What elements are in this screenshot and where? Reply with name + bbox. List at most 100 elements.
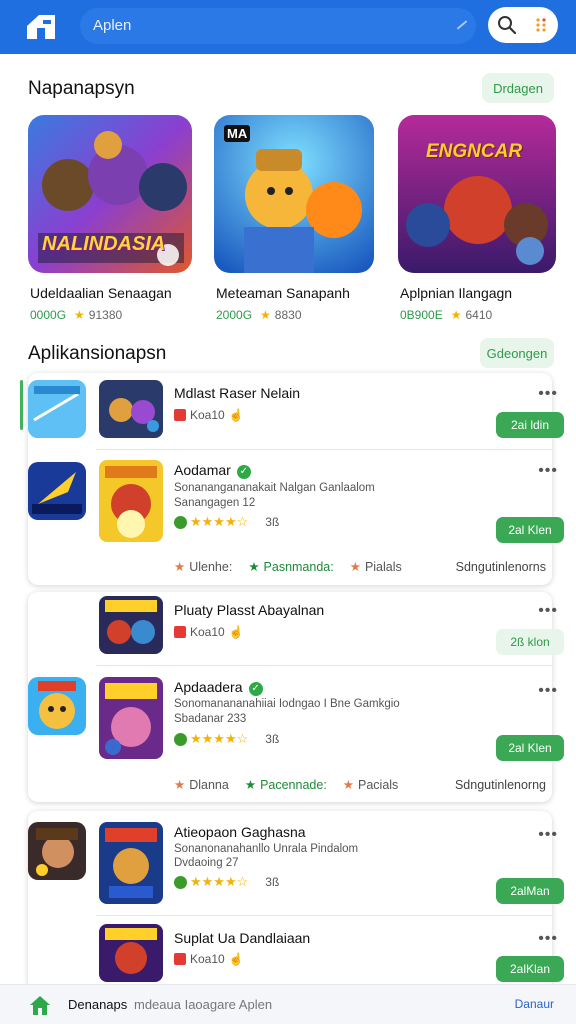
side-app-icon[interactable] <box>28 822 86 880</box>
install-button[interactable]: 2alMan <box>496 878 564 904</box>
star-icon: ★ <box>244 778 257 792</box>
install-button[interactable]: 2ß klon <box>496 629 564 655</box>
search-input[interactable]: Aplen <box>80 8 476 44</box>
star-icon: ★ <box>248 560 260 574</box>
rating-count: 3ß <box>265 875 280 889</box>
rating-count: 3ß <box>265 732 280 746</box>
row-divider <box>96 915 552 916</box>
app-tag-text: Koa10 <box>190 625 225 639</box>
featured-count: 6410 <box>465 308 493 322</box>
app-icon[interactable] <box>99 822 163 904</box>
top-app-bar: Aplen <box>0 0 576 54</box>
home-icon[interactable] <box>28 993 52 1017</box>
install-button[interactable]: 2alKlan <box>496 956 564 982</box>
hand-icon: ☝ <box>228 408 244 422</box>
footer-item[interactable]: ★ Pacials <box>343 777 399 793</box>
footer-item[interactable]: ★ Dlanna <box>174 777 229 793</box>
star-icons: ★★★★☆ <box>190 514 249 529</box>
featured-meta: 2000G ★ 8830 <box>216 308 302 322</box>
row-divider <box>96 449 552 450</box>
footer-item[interactable]: ★ Pacennade: <box>244 777 327 793</box>
app-tag: Koa10 ☝ <box>174 408 244 422</box>
app-title-text: Apdaadera <box>174 679 243 695</box>
app-tag-text: Koa10 <box>190 952 225 966</box>
footer-text: Pialals <box>364 559 402 574</box>
badge-icon <box>174 953 186 965</box>
app-icon[interactable] <box>99 677 163 759</box>
app-icon[interactable] <box>99 596 163 654</box>
card-footer: ★ Dlanna ★ Pacennade: ★ Pacials Sdngutinlen… <box>174 777 546 793</box>
game-artwork-title: ENGNCAR <box>426 141 523 162</box>
featured-count: 8830 <box>274 308 302 322</box>
rating-badge-icon <box>174 732 187 746</box>
top-action-pill[interactable] <box>488 7 558 43</box>
search-icon[interactable] <box>497 15 517 35</box>
featured-more-button[interactable]: Drdagen <box>482 73 554 103</box>
star-icons: ★★★★☆ <box>190 731 249 746</box>
app-logo-icon[interactable] <box>24 12 58 42</box>
app-title-text: Aodamar <box>174 462 231 478</box>
install-button[interactable]: 2al Klen <box>496 735 564 761</box>
more-options-icon[interactable]: ••• <box>538 826 558 844</box>
app-title[interactable]: Atieopaon Gaghasna <box>174 824 306 840</box>
more-options-icon[interactable]: ••• <box>538 682 558 700</box>
footer-text: Pacials <box>358 777 399 792</box>
rating-badge-icon <box>174 875 187 889</box>
app-title[interactable]: Pluaty Plasst Abayalnan <box>174 602 324 618</box>
verified-icon: ✓ <box>236 465 251 479</box>
app-tag: Koa10 ☝ <box>174 625 244 639</box>
more-options-icon[interactable]: ••• <box>538 385 558 403</box>
more-options-icon[interactable]: ••• <box>538 602 558 620</box>
featured-name: Aplpnian Ilangagn <box>400 285 513 301</box>
app-description: Sonanonanahanllo Unrala Pindalom <box>174 843 359 855</box>
app-title[interactable]: Apdaadera ✓ <box>174 679 263 696</box>
featured-card[interactable]: MA Meteaman Sanapanh 2000G ★ 8830 <box>214 115 374 322</box>
apps-section-title: Aplikansionapsn <box>28 343 167 364</box>
more-options-icon[interactable]: ••• <box>538 462 558 480</box>
star-icon: ★ <box>174 560 186 574</box>
footer-text: Dlanna <box>189 777 229 792</box>
app-title[interactable]: Mdlast Raser Nelain <box>174 385 300 401</box>
hand-icon: ☝ <box>228 952 244 966</box>
bottom-nav-description: mdeaua Iaoagare Aplen <box>134 997 273 1012</box>
featured-size: 2000G <box>216 308 253 322</box>
side-app-icon[interactable] <box>28 380 86 438</box>
featured-card[interactable]: NALINDASIA Udeldaalian Senaagan 0000G ★ 91… <box>28 115 192 322</box>
star-icons: ★★★★☆ <box>190 874 249 889</box>
bottom-nav-bar: Denanaps mdeaua Iaoagare Aplen Danaur <box>0 984 576 1024</box>
more-options-icon[interactable]: ••• <box>538 930 558 948</box>
app-icon[interactable] <box>99 460 163 542</box>
side-app-icon[interactable] <box>28 462 86 520</box>
footer-item[interactable]: ★ Ulenhe: <box>174 559 232 575</box>
footer-link[interactable]: Sdngutinlenorng <box>455 778 546 792</box>
featured-card[interactable]: ENGNCAR Aplpnian Ilangagn 0B900E ★ 6410 <box>398 115 556 322</box>
featured-count: 91380 <box>88 308 123 322</box>
footer-item[interactable]: ★ Pialals <box>349 559 402 575</box>
app-title[interactable]: Aodamar ✓ <box>174 462 251 479</box>
install-button[interactable]: 2ai ldin <box>496 412 564 438</box>
badge-icon <box>174 409 186 421</box>
bottom-nav-label[interactable]: Denanaps <box>68 997 127 1012</box>
featured-meta: 0000G ★ 91380 <box>30 308 122 322</box>
game-artwork-title: MA <box>224 125 251 142</box>
star-icon: ★ <box>74 308 85 322</box>
bottom-nav-action[interactable]: Danaur <box>515 997 554 1011</box>
app-rating: ★★★★☆ 3ß <box>174 514 279 530</box>
install-button[interactable]: 2al Klen <box>496 517 564 543</box>
app-tag-text: Koa10 <box>190 408 225 422</box>
side-app-icon[interactable] <box>28 677 86 735</box>
app-icon[interactable] <box>99 380 163 438</box>
app-tag: Koa10 ☝ <box>174 952 244 966</box>
star-icon: ★ <box>450 308 462 322</box>
app-icon[interactable] <box>99 924 163 982</box>
badge-icon <box>174 626 186 638</box>
menu-icon[interactable] <box>534 17 548 33</box>
apps-more-button[interactable]: Gdeongen <box>480 338 554 368</box>
search-placeholder: Aplen <box>93 17 132 34</box>
footer-link[interactable]: Sdngutinlenorns <box>456 560 546 574</box>
star-icon: ★ <box>349 560 361 574</box>
featured-meta: 0B900E ★ 6410 <box>400 308 492 322</box>
footer-item[interactable]: ★ Pasnmanda: <box>248 559 333 575</box>
game-artwork-title: NALINDASIA <box>42 233 166 255</box>
app-title[interactable]: Suplat Ua Dandlaiaan <box>174 930 310 946</box>
